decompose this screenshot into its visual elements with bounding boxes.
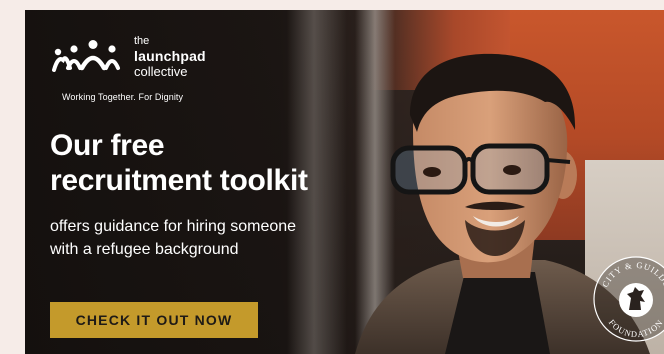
city-guilds-foundation-seal-icon[interactable]: CITY & GUILDS FOUNDATION <box>591 254 664 344</box>
logo-word-launchpad: launchpad <box>134 48 206 64</box>
subheadline: offers guidance for hiring someone with … <box>50 215 296 261</box>
subheadline-line-1: offers guidance for hiring someone <box>50 218 297 235</box>
headline-line-2: recruitment toolkit <box>50 164 308 197</box>
logo-wordmark: the launchpad collective <box>134 34 206 79</box>
headline-line-1: Our free <box>50 129 165 162</box>
check-it-out-button[interactable]: CHECK IT OUT NOW <box>50 302 258 338</box>
recruitment-ad-banner[interactable]: the launchpad collective Working Togethe… <box>25 10 664 354</box>
headline: Our free recruitment toolkit <box>50 128 308 198</box>
logo-word-collective: collective <box>134 64 188 79</box>
people-logo-icon <box>52 40 120 72</box>
logo-word-the: the <box>134 35 150 47</box>
subheadline-line-2: with a refugee background <box>50 241 239 258</box>
logo-tagline: Working Together. For Dignity <box>62 92 184 102</box>
